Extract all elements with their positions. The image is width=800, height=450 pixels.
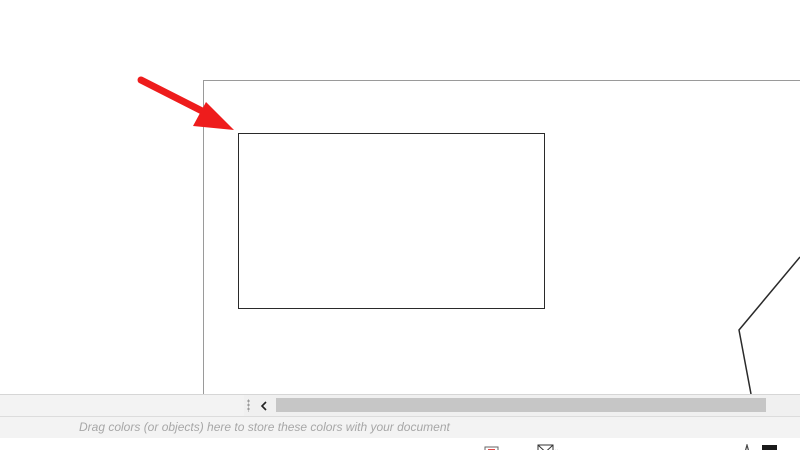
- drawing-workspace[interactable]: [0, 0, 800, 410]
- document-palette[interactable]: Drag colors (or objects) here to store t…: [0, 416, 800, 438]
- outline-color-swatch[interactable]: [762, 445, 777, 450]
- pen-icon[interactable]: [742, 444, 752, 450]
- fill-icon[interactable]: [484, 446, 500, 450]
- splitter-grip-icon[interactable]: [247, 399, 250, 412]
- drawn-rectangle[interactable]: [238, 133, 545, 309]
- palette-hint: Drag colors (or objects) here to store t…: [79, 420, 450, 434]
- page-navigator: [0, 395, 244, 416]
- chevron-left-icon[interactable]: [255, 396, 273, 415]
- horizontal-scroll-thumb[interactable]: [276, 398, 766, 412]
- outline-width-icon: [786, 446, 798, 450]
- horizontal-scrollbar-row: [0, 394, 800, 416]
- status-bar: [0, 438, 800, 450]
- outline-envelope-icon[interactable]: [537, 444, 559, 450]
